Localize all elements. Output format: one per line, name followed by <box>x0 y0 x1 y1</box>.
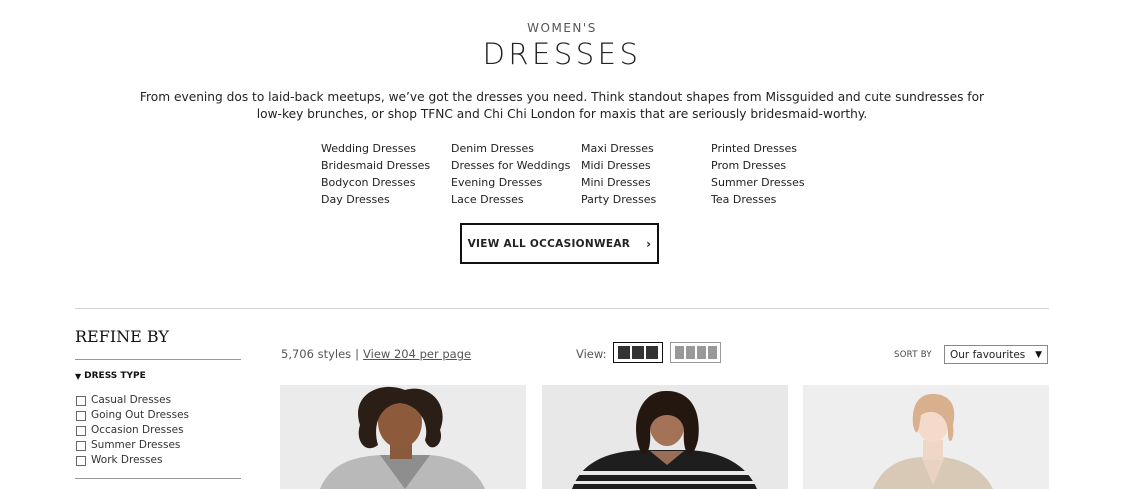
filter-option[interactable]: Going Out Dresses <box>75 408 189 423</box>
filter-option-label: Casual Dresses <box>91 394 172 406</box>
category-link[interactable]: Evening Dresses <box>451 174 570 191</box>
category-link[interactable]: Bridesmaid Dresses <box>321 157 430 174</box>
category-column-4: Printed Dresses Prom Dresses Summer Dres… <box>711 140 805 208</box>
grid-4-icon[interactable] <box>670 342 721 363</box>
product-image <box>542 385 788 489</box>
chevron-right-icon: › <box>646 236 652 251</box>
filter-option-label: Going Out Dresses <box>91 409 190 421</box>
category-link[interactable]: Midi Dresses <box>581 157 656 174</box>
triangle-down-icon: ▼ <box>75 371 82 381</box>
cta-label: VIEW ALL OCCASIONWEAR <box>467 237 631 250</box>
category-link[interactable]: Day Dresses <box>321 191 430 208</box>
sort-select[interactable]: Our favourites ▼ <box>944 345 1048 364</box>
sort-label: SORT BY <box>894 350 932 360</box>
results-count: 5,706 styles | View 204 per page <box>281 347 471 361</box>
section-divider <box>75 308 1049 309</box>
filter-option[interactable]: Casual Dresses <box>75 393 189 408</box>
category-link[interactable]: Printed Dresses <box>711 140 805 157</box>
category-link[interactable]: Tea Dresses <box>711 191 805 208</box>
category-column-1: Wedding Dresses Bridesmaid Dresses Bodyc… <box>321 140 430 208</box>
product-card[interactable] <box>803 385 1049 489</box>
filter-option-label: Occasion Dresses <box>91 424 184 436</box>
filter-option[interactable]: Summer Dresses <box>75 438 189 453</box>
category-column-3: Maxi Dresses Midi Dresses Mini Dresses P… <box>581 140 656 208</box>
filter-option-label: Work Dresses <box>91 454 163 466</box>
checkbox[interactable] <box>76 410 86 421</box>
checkbox[interactable] <box>76 440 86 451</box>
category-link[interactable]: Dresses for Weddings <box>451 157 570 174</box>
checkbox[interactable] <box>76 425 86 436</box>
grid-3-icon[interactable] <box>613 342 663 363</box>
product-image <box>280 385 526 489</box>
view-all-occasionwear-button[interactable]: VIEW ALL OCCASIONWEAR › <box>460 223 659 264</box>
refine-divider <box>75 359 241 360</box>
filter-options: Casual Dresses Going Out Dresses Occasio… <box>75 393 189 468</box>
filter-option[interactable]: Occasion Dresses <box>75 423 189 438</box>
filter-divider <box>75 478 241 479</box>
page-title: DRESSES <box>482 37 642 71</box>
filter-group-toggle[interactable]: ▼ DRESS TYPE <box>75 371 146 381</box>
checkbox[interactable] <box>76 455 86 466</box>
checkbox[interactable] <box>76 395 86 406</box>
filter-group-label: DRESS TYPE <box>84 371 146 381</box>
page-description: From evening dos to laid-back meetups, w… <box>139 90 985 121</box>
category-column-2: Denim Dresses Dresses for Weddings Eveni… <box>451 140 570 208</box>
filter-option-label: Summer Dresses <box>91 439 181 451</box>
styles-count: 5,706 styles <box>281 347 352 361</box>
page-kicker: WOMEN'S <box>527 21 597 35</box>
category-link[interactable]: Maxi Dresses <box>581 140 656 157</box>
sort-value: Our favourites <box>950 348 1026 361</box>
refine-by-heading: REFINE BY <box>75 327 169 346</box>
per-page-link[interactable]: View 204 per page <box>363 347 471 361</box>
count-separator: | <box>355 347 360 361</box>
filter-option[interactable]: Work Dresses <box>75 453 189 468</box>
product-card[interactable] <box>280 385 526 489</box>
category-link[interactable]: Party Dresses <box>581 191 656 208</box>
category-link[interactable]: Denim Dresses <box>451 140 570 157</box>
category-link[interactable]: Summer Dresses <box>711 174 805 191</box>
product-image <box>803 385 1049 489</box>
product-card[interactable] <box>542 385 788 489</box>
category-link[interactable]: Bodycon Dresses <box>321 174 430 191</box>
category-link[interactable]: Mini Dresses <box>581 174 656 191</box>
category-link[interactable]: Wedding Dresses <box>321 140 430 157</box>
category-link[interactable]: Lace Dresses <box>451 191 570 208</box>
dropdown-arrow-icon: ▼ <box>1035 349 1042 360</box>
view-label: View: <box>576 347 607 361</box>
category-link[interactable]: Prom Dresses <box>711 157 805 174</box>
